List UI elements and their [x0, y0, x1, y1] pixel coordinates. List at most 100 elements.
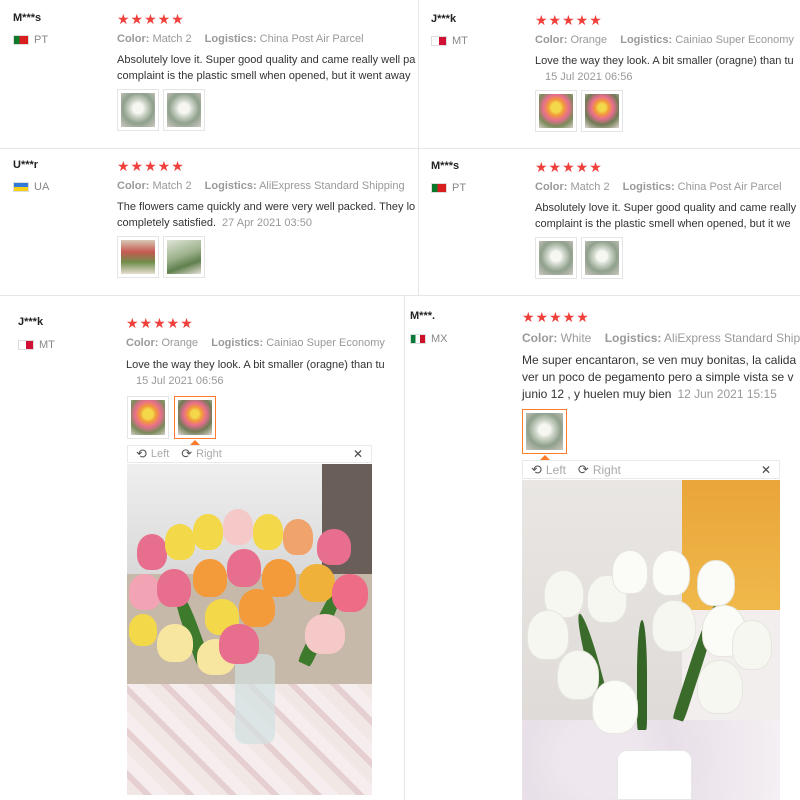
- review-meta: Color: Match 2 Logistics: China Post Air…: [535, 181, 792, 193]
- portugal-flag-icon: [13, 35, 29, 45]
- logistics-value: China Post Air Parcel: [259, 33, 364, 45]
- logistics-value: Cainiao Super Economy: [675, 34, 794, 46]
- review-meta: Color: Match 2 Logistics: China Post Air…: [117, 33, 374, 45]
- review-photo-thumb[interactable]: [127, 396, 169, 439]
- row-divider: [418, 148, 800, 149]
- review-meta: Color: Match 2 Logistics: AliExpress Sta…: [117, 180, 415, 192]
- close-icon[interactable]: ✕: [761, 463, 771, 477]
- rotate-left-label: Left: [150, 448, 170, 460]
- review-text-line: completely satisfied.: [117, 217, 217, 229]
- review-text-line: The flowers came quickly and were very w…: [117, 201, 416, 213]
- review-photo-thumb[interactable]: [535, 90, 577, 132]
- logistics-label: Logistics:: [604, 331, 662, 345]
- review-text-line: Love the way they look. A bit smaller (o…: [126, 359, 385, 371]
- review-photo-thumb[interactable]: [535, 237, 577, 279]
- review-photo-thumb[interactable]: [163, 236, 205, 278]
- review-text: Me super encantaron, se ven muy bonitas,…: [522, 352, 796, 403]
- review-photo-large: [522, 480, 780, 800]
- logistics-value: China Post Air Parcel: [677, 181, 782, 193]
- country-code: MX: [431, 333, 448, 345]
- review-photo-thumb[interactable]: [117, 236, 159, 278]
- rotate-left-button[interactable]: ⟲ Left: [136, 446, 169, 462]
- country-code: PT: [34, 34, 49, 46]
- review-text-line: junio 12 , y huelen muy bien: [522, 387, 672, 401]
- malta-flag-icon: [18, 340, 34, 350]
- panel-divider: [404, 295, 405, 800]
- reviewer-country: PT: [431, 182, 466, 194]
- review-date: 15 Jul 2021 06:56: [136, 375, 224, 387]
- review-text: The flowers came quickly and were very w…: [117, 199, 415, 231]
- star-rating: ★★★★★: [522, 309, 590, 325]
- rotate-right-button[interactable]: ⟳ Right: [578, 462, 621, 478]
- color-label: Color:: [117, 33, 150, 45]
- review-text-line: Love the way they look. A bit smaller (o…: [535, 55, 794, 67]
- ukraine-flag-icon: [13, 182, 29, 192]
- reviewer-country: MT: [18, 339, 55, 351]
- star-rating: ★★★★★: [535, 12, 603, 28]
- review-photo-thumb-selected[interactable]: [174, 396, 216, 439]
- review-text-line: complaint is the plastic smell when open…: [117, 70, 411, 82]
- color-value: Match 2: [152, 180, 192, 192]
- row-divider: [0, 148, 418, 149]
- malta-flag-icon: [431, 36, 447, 46]
- logistics-label: Logistics:: [620, 34, 673, 46]
- reviewer-name: J***k: [18, 316, 44, 328]
- rotate-left-icon: ⟲: [136, 446, 147, 461]
- review-meta: Color: Orange Logistics: Cainiao Super E…: [535, 34, 800, 46]
- country-code: MT: [452, 35, 468, 47]
- color-value: Orange: [570, 34, 608, 46]
- star-rating: ★★★★★: [117, 158, 185, 174]
- reviewer-country: PT: [13, 34, 48, 46]
- star-rating: ★★★★★: [126, 315, 194, 331]
- review-date: 12 Jun 2021 15:15: [677, 387, 777, 401]
- reviewer-country: UA: [13, 181, 49, 193]
- review-photo-thumb[interactable]: [581, 237, 623, 279]
- review-card: J***k MT ★★★★★ Color: Orange Logistics: …: [418, 0, 800, 295]
- rotate-left-icon: ⟲: [531, 461, 542, 477]
- logistics-label: Logistics:: [204, 180, 257, 192]
- color-label: Color:: [535, 181, 568, 193]
- panel-divider: [418, 0, 419, 295]
- review-text-line: Me super encantaron, se ven muy bonitas,…: [522, 353, 797, 367]
- color-label: Color:: [522, 331, 558, 345]
- image-viewer-toolbar: ⟲ Left ⟳ Right ✕: [522, 460, 780, 479]
- panel-divider: [0, 295, 800, 296]
- color-label: Color:: [117, 180, 150, 192]
- review-card: J***k MT ★★★★★ Color: Orange Logistics: …: [0, 295, 404, 800]
- review-text-line: Absolutely love it. Super good quality a…: [535, 202, 797, 214]
- rotate-right-button[interactable]: ⟳ Right: [181, 446, 222, 462]
- color-value: Orange: [161, 337, 199, 349]
- review-photo-thumb[interactable]: [581, 90, 623, 132]
- reviewer-name: M***s: [13, 12, 42, 24]
- review-photo-large: [127, 464, 372, 795]
- review-text-line: Absolutely love it. Super good quality a…: [117, 54, 416, 66]
- color-label: Color:: [535, 34, 568, 46]
- review-photo-thumb[interactable]: [117, 89, 159, 131]
- image-viewer-toolbar: ⟲ Left ⟳ Right ✕: [127, 445, 372, 463]
- logistics-value: AliExpress Standard Shipping: [259, 180, 405, 192]
- logistics-value: Cainiao Super Economy: [266, 337, 385, 349]
- color-value: Match 2: [152, 33, 192, 45]
- review-text: Absolutely love it. Super good quality a…: [117, 52, 415, 84]
- country-code: PT: [452, 182, 467, 194]
- close-icon[interactable]: ✕: [353, 447, 363, 461]
- country-code: UA: [34, 181, 50, 193]
- review-text-line: ver un poco de pegamento pero a simple v…: [522, 370, 794, 384]
- review-photo-thumb-selected[interactable]: [522, 409, 567, 454]
- review-date: 27 Apr 2021 03:50: [222, 217, 312, 229]
- review-card: M***. MX ★★★★★ Color: White Logistics: A…: [404, 295, 800, 800]
- review-photo-thumb[interactable]: [163, 89, 205, 131]
- logistics-label: Logistics:: [211, 337, 264, 349]
- logistics-value: AliExpress Standard Shippi: [664, 331, 800, 345]
- color-value: Match 2: [570, 181, 610, 193]
- country-code: MT: [39, 339, 55, 351]
- reviewer-name: M***s: [431, 160, 460, 172]
- color-value: White: [560, 331, 592, 345]
- rotate-left-button[interactable]: ⟲ Left: [531, 462, 566, 478]
- color-label: Color:: [126, 337, 159, 349]
- logistics-label: Logistics:: [622, 181, 675, 193]
- review-text: Love the way they look. A bit smaller (o…: [126, 357, 385, 389]
- portugal-flag-icon: [431, 183, 447, 193]
- reviewer-name: M***.: [410, 310, 436, 322]
- rotate-right-label: Right: [196, 448, 222, 460]
